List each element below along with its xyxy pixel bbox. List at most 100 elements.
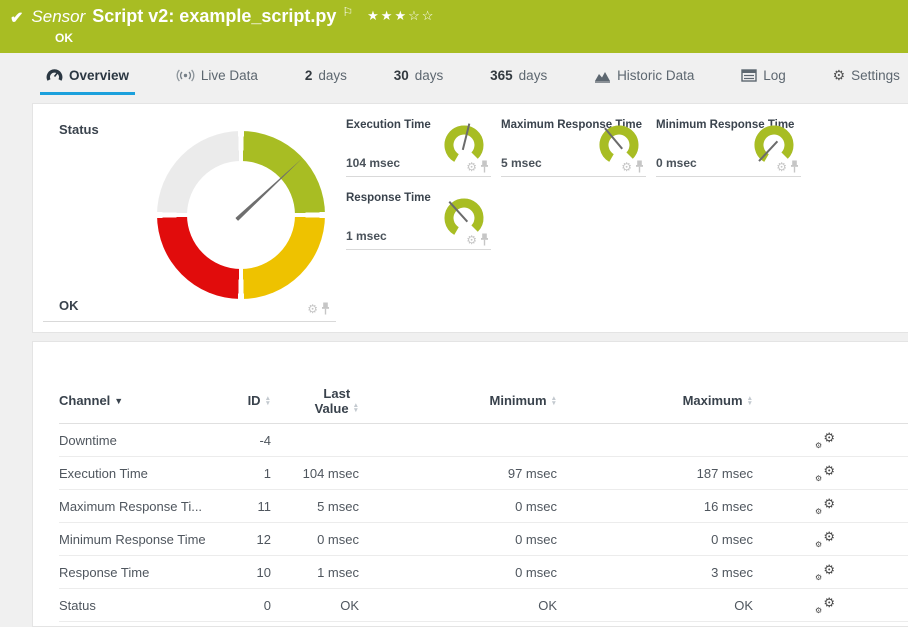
table-row-response-time[interactable]: Response Time 10 1 msec 0 msec 3 msec ⚙⚙ bbox=[59, 556, 908, 589]
pin-icon[interactable] bbox=[790, 160, 799, 173]
maximum-value: 187 msec bbox=[557, 466, 753, 481]
maximum-value: 3 msec bbox=[557, 565, 753, 580]
minimum-response-time-gauge-cell: Minimum Response Time 0 msec ⚙ bbox=[656, 116, 801, 177]
pin-icon[interactable] bbox=[635, 160, 644, 173]
live-data-icon bbox=[176, 69, 195, 82]
gauge-gear-icon[interactable]: ⚙ bbox=[466, 234, 477, 246]
channel-settings-icon[interactable]: ⚙⚙ bbox=[815, 498, 835, 515]
gear-icon: ⚙ bbox=[823, 529, 835, 545]
tab-label: Settings bbox=[851, 68, 900, 83]
gauge-title: Response Time bbox=[346, 192, 431, 204]
gauge-gear-icon[interactable]: ⚙ bbox=[621, 161, 632, 173]
last-value: 5 msec bbox=[271, 499, 359, 514]
table-row-status[interactable]: Status 0 OK OK OK ⚙⚙ bbox=[59, 589, 908, 622]
minimum-value: 0 msec bbox=[359, 532, 557, 547]
overview-gauges-panel: Status OK ⚙ Execution Time 104 msec ⚙ bbox=[32, 103, 908, 333]
tab-number: 365 bbox=[490, 68, 513, 83]
pin-icon[interactable] bbox=[321, 302, 330, 315]
channel-id: 1 bbox=[239, 466, 271, 481]
channel-name: Status bbox=[59, 598, 239, 613]
gear-icon: ⚙ bbox=[823, 496, 835, 512]
gauge-gear-icon[interactable]: ⚙ bbox=[466, 161, 477, 173]
flag-icon[interactable]: ⚐ bbox=[342, 5, 353, 19]
tab-label: Historic Data bbox=[617, 68, 694, 83]
column-header-channel[interactable]: Channel ▼ bbox=[59, 393, 239, 408]
gear-icon: ⚙ bbox=[823, 595, 835, 611]
settings-gear-icon: ⚙ bbox=[833, 67, 846, 84]
table-row-maximum-response-time[interactable]: Maximum Response Ti... 11 5 msec 0 msec … bbox=[59, 490, 908, 523]
gear-icon: ⚙ bbox=[823, 430, 835, 446]
channel-name: Downtime bbox=[59, 433, 239, 448]
status-value: OK bbox=[59, 298, 79, 313]
table-row-downtime[interactable]: Downtime -4 ⚙⚙ bbox=[59, 424, 908, 457]
table-row-minimum-response-time[interactable]: Minimum Response Time 12 0 msec 0 msec 0… bbox=[59, 523, 908, 556]
channel-id: 11 bbox=[239, 499, 271, 514]
tab-historic-data[interactable]: Historic Data bbox=[588, 56, 700, 95]
stars-empty: ☆☆ bbox=[408, 8, 435, 23]
last-value: OK bbox=[271, 598, 359, 613]
tab-label: days bbox=[519, 68, 548, 83]
gauge-gear-icon[interactable]: ⚙ bbox=[307, 303, 318, 315]
header-label: Maximum bbox=[683, 393, 743, 408]
gauge-gear-icon[interactable]: ⚙ bbox=[776, 161, 787, 173]
last-value: 0 msec bbox=[271, 532, 359, 547]
tab-log[interactable]: Log bbox=[735, 56, 792, 95]
status-cell-title: Status bbox=[59, 122, 99, 137]
status-donut-gauge bbox=[157, 131, 325, 299]
channel-id: -4 bbox=[239, 433, 271, 448]
channel-settings-icon[interactable]: ⚙⚙ bbox=[815, 564, 835, 581]
tab-30-days[interactable]: 30 days bbox=[388, 56, 450, 95]
gauge-value: 1 msec bbox=[346, 229, 387, 243]
channel-settings-icon[interactable]: ⚙⚙ bbox=[815, 432, 835, 449]
gauge-value: 0 msec bbox=[656, 156, 697, 170]
tab-2-days[interactable]: 2 days bbox=[299, 56, 353, 95]
table-row-execution-time[interactable]: Execution Time 1 104 msec 97 msec 187 ms… bbox=[59, 457, 908, 490]
tab-label: days bbox=[318, 68, 347, 83]
column-header-minimum[interactable]: Minimum ▲▼ bbox=[359, 393, 557, 408]
column-header-id[interactable]: ID ▲▼ bbox=[239, 393, 271, 408]
status-gauge-cell: Status OK ⚙ bbox=[43, 114, 336, 322]
minimum-value: 0 msec bbox=[359, 499, 557, 514]
pin-icon[interactable] bbox=[480, 160, 489, 173]
tab-settings[interactable]: ⚙ Settings bbox=[827, 55, 906, 96]
tab-live-data[interactable]: Live Data bbox=[170, 56, 264, 95]
header-label: Channel bbox=[59, 393, 110, 408]
channel-settings-icon[interactable]: ⚙⚙ bbox=[815, 465, 835, 482]
channel-name: Execution Time bbox=[59, 466, 239, 481]
channel-table-header: Channel ▼ ID ▲▼ Last Value ▲▼ Minimum ▲▼… bbox=[59, 378, 908, 424]
tab-number: 30 bbox=[394, 68, 409, 83]
gear-icon: ⚙ bbox=[815, 573, 822, 582]
channel-settings-icon[interactable]: ⚙⚙ bbox=[815, 597, 835, 614]
channel-table: Channel ▼ ID ▲▼ Last Value ▲▼ Minimum ▲▼… bbox=[33, 378, 908, 622]
channel-name: Response Time bbox=[59, 565, 239, 580]
gear-icon: ⚙ bbox=[823, 562, 835, 578]
header-label: Value bbox=[315, 401, 349, 416]
maximum-response-time-gauge-cell: Maximum Response Time 5 msec ⚙ bbox=[501, 116, 646, 177]
log-icon bbox=[741, 69, 757, 82]
gauge-title: Execution Time bbox=[346, 119, 431, 131]
tab-365-days[interactable]: 365 days bbox=[484, 56, 553, 95]
gear-icon: ⚙ bbox=[815, 441, 822, 450]
sort-desc-icon: ▼ bbox=[114, 396, 123, 406]
execution-time-gauge-cell: Execution Time 104 msec ⚙ bbox=[346, 116, 491, 177]
response-time-gauge-cell: Response Time 1 msec ⚙ bbox=[346, 189, 491, 250]
column-header-last-value[interactable]: Last Value ▲▼ bbox=[315, 386, 359, 416]
tab-label: Log bbox=[763, 68, 786, 83]
sensor-kind-label: Sensor bbox=[31, 7, 85, 27]
tab-label: Live Data bbox=[201, 68, 258, 83]
priority-stars[interactable]: ★★★☆☆ bbox=[367, 8, 435, 24]
sensor-status-text: OK bbox=[55, 31, 898, 45]
channel-id: 0 bbox=[239, 598, 271, 613]
stars-filled: ★★★ bbox=[367, 8, 408, 23]
maximum-value: 16 msec bbox=[557, 499, 753, 514]
pin-icon[interactable] bbox=[480, 233, 489, 246]
minimum-value: 97 msec bbox=[359, 466, 557, 481]
gauge-value: 5 msec bbox=[501, 156, 542, 170]
channel-name: Minimum Response Time bbox=[59, 532, 239, 547]
last-value: 1 msec bbox=[271, 565, 359, 580]
minimum-value: 0 msec bbox=[359, 565, 557, 580]
maximum-value: 0 msec bbox=[557, 532, 753, 547]
tab-overview[interactable]: Overview bbox=[40, 56, 135, 95]
column-header-maximum[interactable]: Maximum ▲▼ bbox=[557, 393, 753, 408]
channel-settings-icon[interactable]: ⚙⚙ bbox=[815, 531, 835, 548]
